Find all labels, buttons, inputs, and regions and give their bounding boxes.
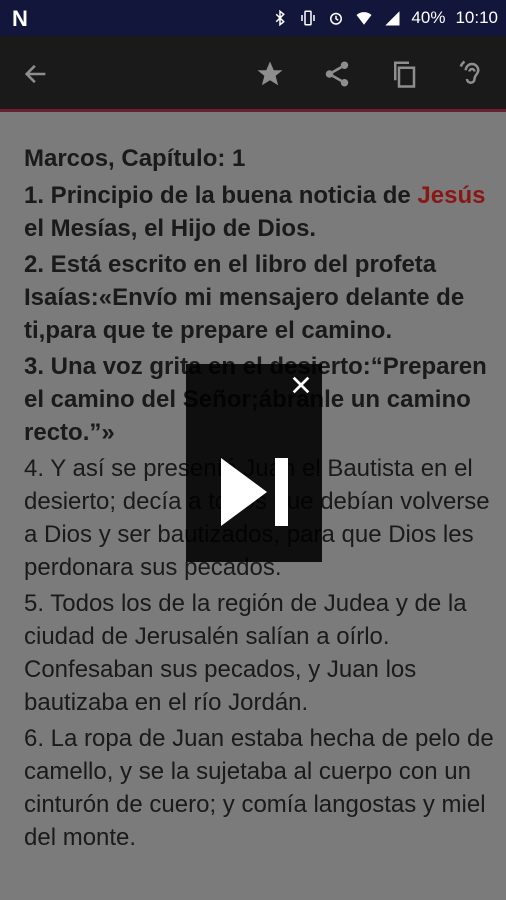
media-overlay — [186, 364, 322, 562]
alarm-icon — [330, 12, 343, 25]
share-button[interactable] — [317, 54, 357, 94]
skip-next-icon — [221, 458, 288, 526]
clock-time: 10:10 — [455, 8, 498, 27]
status-bar-right: 40% 10:10 — [271, 0, 498, 36]
close-overlay-button[interactable] — [286, 370, 316, 400]
star-icon — [257, 61, 283, 86]
favorite-button[interactable] — [250, 54, 290, 94]
signal-icon — [385, 11, 400, 26]
listen-button[interactable] — [452, 54, 492, 94]
carrier-icon: N — [12, 6, 28, 31]
wifi-icon — [356, 12, 372, 25]
verse-6[interactable]: 6. La ropa de Juan estaba hecha de pelo … — [24, 722, 494, 854]
verse-1-highlight: Jesús — [417, 182, 486, 209]
share-icon — [325, 61, 349, 87]
status-bar: N 40% 10:10 — [0, 0, 506, 36]
arrow-left-icon — [24, 64, 46, 84]
hearing-icon — [459, 60, 480, 84]
battery-percent: 40% — [411, 8, 446, 27]
copy-button[interactable] — [384, 54, 424, 94]
back-button[interactable] — [16, 54, 56, 94]
verse-5[interactable]: 5. Todos los de la región de Judea y de … — [24, 587, 494, 719]
verse-1-text-start: 1. Principio de la buena noticia de — [24, 182, 418, 209]
vibrate-icon — [301, 10, 316, 26]
verse-2[interactable]: 2. Está escrito en el libro del profeta … — [24, 248, 494, 347]
verse-1[interactable]: 1. Principio de la buena noticia de Jesú… — [24, 179, 494, 245]
app-toolbar — [0, 36, 506, 112]
skip-next-button[interactable] — [216, 456, 294, 528]
verse-1-text-end: el Mesías, el Hijo de Dios. — [24, 215, 317, 242]
chapter-title: Marcos, Capítulo: 1 — [24, 145, 246, 172]
copy-icon — [394, 61, 416, 88]
close-icon — [292, 376, 310, 394]
bluetooth-icon — [276, 9, 286, 27]
